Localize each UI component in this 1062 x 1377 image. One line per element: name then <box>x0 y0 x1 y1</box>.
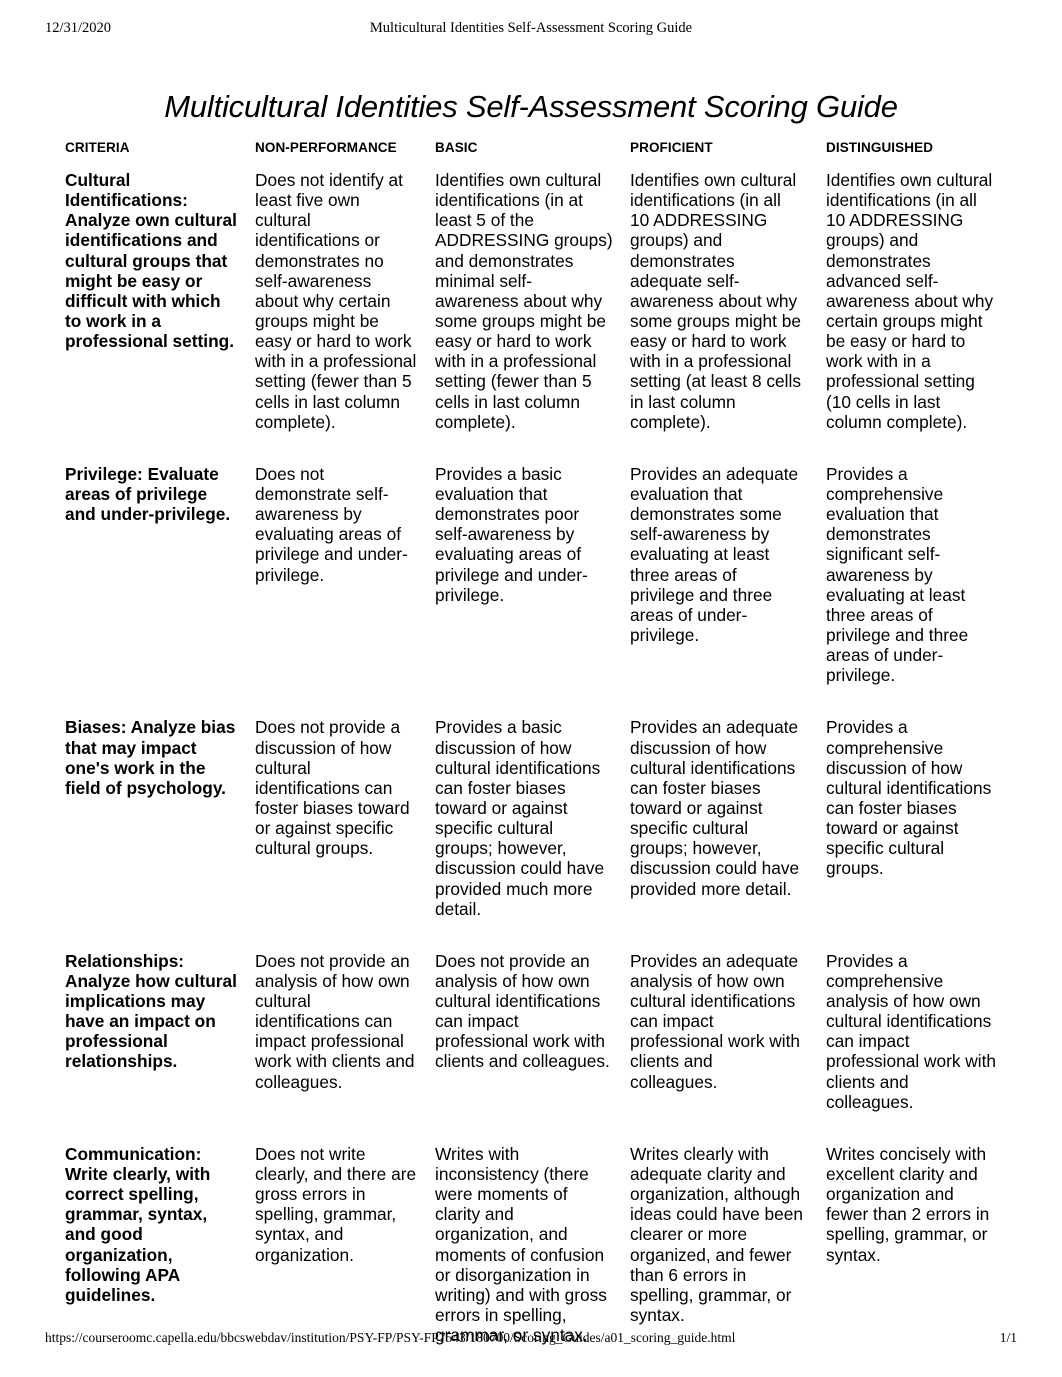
cell-basic: Provides a basic discussion of how cultu… <box>435 717 605 919</box>
cell-distinguished: Identifies own cultural identifications … <box>826 170 994 432</box>
rubric-table-head: CRITERIA NON-PERFORMANCE BASIC PROFICIEN… <box>65 140 1003 168</box>
column-header-non-performance: NON-PERFORMANCE <box>255 140 397 155</box>
scoring-guide-page: 12/31/2020 Multicultural Identities Self… <box>0 0 1062 1377</box>
cell-basic: Provides a basic evaluation that demonst… <box>435 463 588 605</box>
column-header-proficient: PROFICIENT <box>630 140 713 155</box>
cell-proficient: Provides an adequate analysis of how own… <box>630 950 801 1092</box>
cell-proficient: Provides an adequate discussion of how c… <box>630 717 800 899</box>
cell-non-performance: Does not demonstrate self-awareness by e… <box>255 463 408 585</box>
column-header-distinguished: DISTINGUISHED <box>826 140 934 155</box>
cell-distinguished: Provides a comprehensive analysis of how… <box>826 950 997 1112</box>
cell-proficient: Identifies own cultural identifications … <box>630 170 801 432</box>
cell-criteria: Cultural Identifications: Analyze own cu… <box>65 170 237 352</box>
page-title: Multicultural Identities Self-Assessment… <box>164 88 898 124</box>
cell-basic: Does not provide an analysis of how own … <box>435 950 610 1072</box>
cell-distinguished: Provides a comprehensive evaluation that… <box>826 463 969 686</box>
cell-non-performance: Does not provide a discussion of how cul… <box>255 717 410 859</box>
print-footer-page: 1/1 <box>999 1330 1017 1345</box>
cell-non-performance: Does not provide an analysis of how own … <box>255 950 415 1092</box>
table-header-row: CRITERIA NON-PERFORMANCE BASIC PROFICIEN… <box>65 140 1003 168</box>
cell-criteria: Privilege: Evaluate areas of privilege a… <box>65 463 231 525</box>
cell-proficient: Provides an adequate evaluation that dem… <box>630 463 799 645</box>
cell-criteria: Biases: Analyze bias that may impact one… <box>65 717 236 798</box>
cell-distinguished: Provides a comprehensive discussion of h… <box>826 717 992 879</box>
column-header-criteria: CRITERIA <box>65 140 130 155</box>
table-row: Privilege: Evaluate areas of privilege a… <box>65 462 1003 716</box>
cell-basic: Identifies own cultural identifications … <box>435 170 613 432</box>
rubric-table: CRITERIA NON-PERFORMANCE BASIC PROFICIEN… <box>65 140 1003 1375</box>
column-header-basic: BASIC <box>435 140 478 155</box>
rubric-table-body: Cultural Identifications: Analyze own cu… <box>65 168 1003 1375</box>
table-row: Cultural Identifications: Analyze own cu… <box>65 168 1003 462</box>
print-header-title: Multicultural Identities Self-Assessment… <box>369 20 693 36</box>
table-row: Biases: Analyze bias that may impact one… <box>65 715 1003 948</box>
cell-non-performance: Does not identify at least five own cult… <box>255 170 417 432</box>
cell-criteria: Relationships: Analyze how cultural impl… <box>65 950 237 1072</box>
print-header: 12/31/2020 Multicultural Identities Self… <box>0 20 1062 40</box>
table-row: Relationships: Analyze how cultural impl… <box>65 949 1003 1142</box>
print-footer: https://courseroomc.capella.edu/bbcswebd… <box>0 1330 1062 1350</box>
print-footer-url: https://courseroomc.capella.edu/bbcswebd… <box>45 1330 736 1345</box>
